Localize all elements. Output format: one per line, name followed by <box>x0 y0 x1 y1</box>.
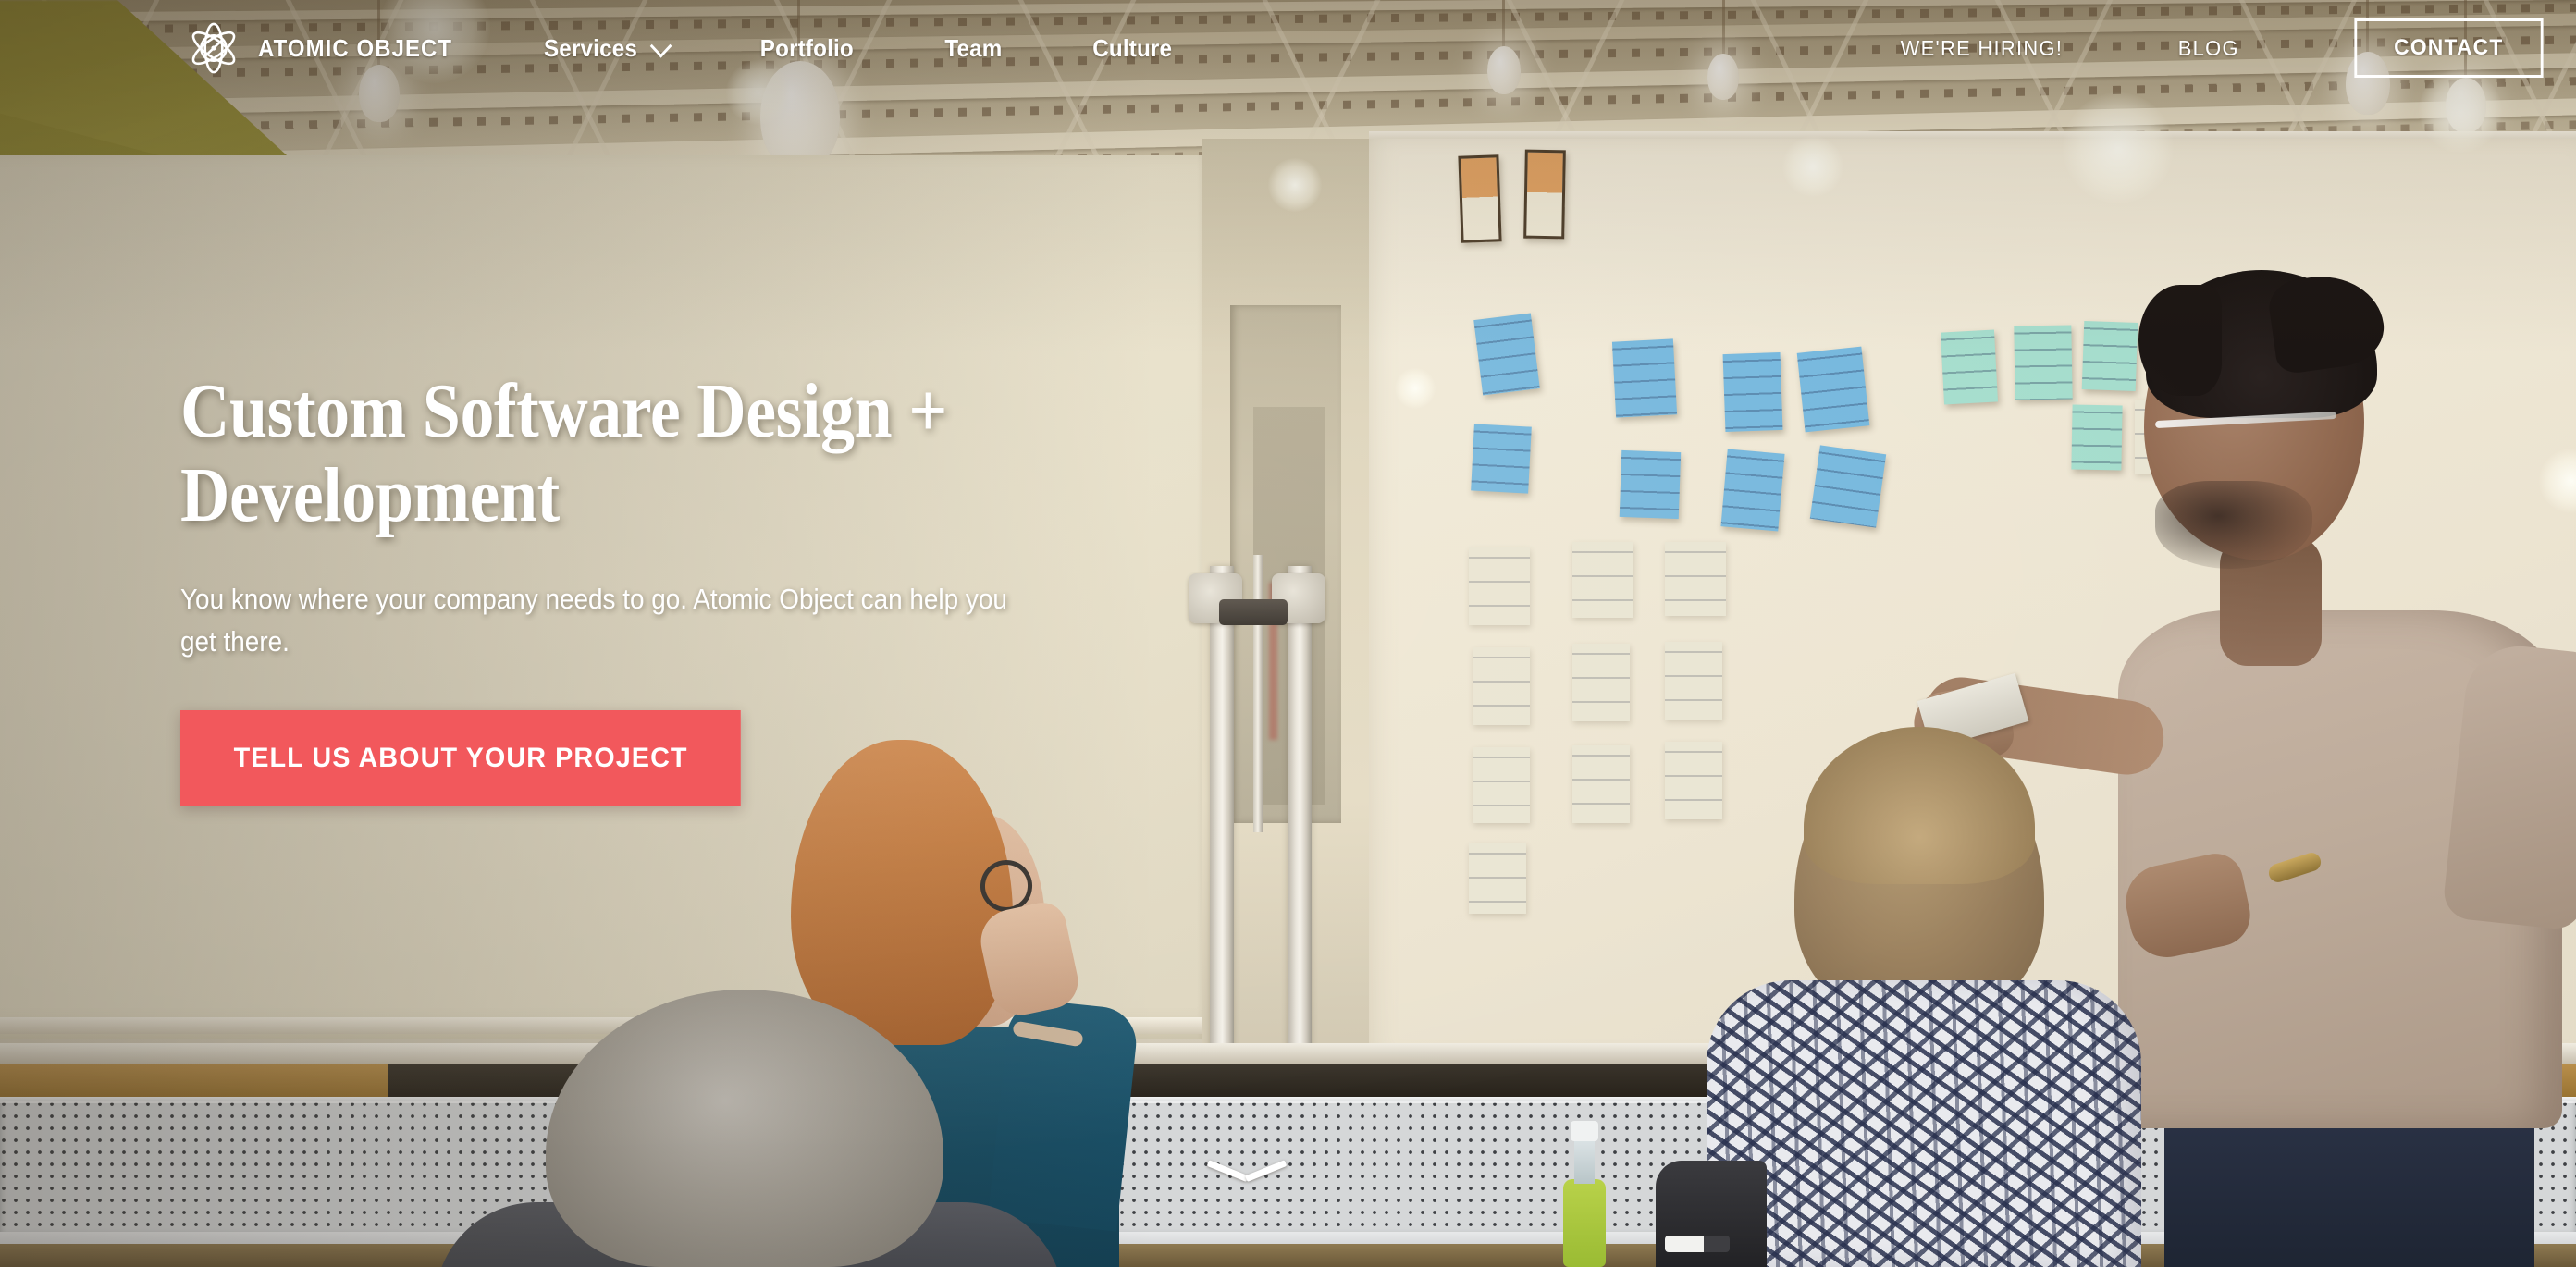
index-card <box>1665 742 1722 819</box>
page-root: ATOMIC OBJECT Services Portfolio Team Cu… <box>0 0 2576 1267</box>
wood-desk-left <box>0 1064 388 1101</box>
sticky-note-blue <box>1471 424 1532 494</box>
main-navigation: ATOMIC OBJECT Services Portfolio Team Cu… <box>0 0 2576 96</box>
sticky-note-teal <box>2014 325 2073 400</box>
sticky-note-blue <box>1619 449 1682 520</box>
cta-tell-us-about-your-project[interactable]: TELL US ABOUT YOUR PROJECT <box>180 709 742 806</box>
primary-nav-links: Services Portfolio Team Culture <box>539 34 1259 63</box>
sticky-note-teal <box>2071 404 2123 471</box>
nav-item-services[interactable]: Services <box>544 33 672 63</box>
brand-logo[interactable]: ATOMIC OBJECT <box>185 19 469 77</box>
nav-item-culture[interactable]: Culture <box>1092 34 1172 63</box>
nav-item-hiring[interactable]: WE'RE HIRING! <box>1901 36 2064 61</box>
whiteboard-marker <box>1665 1236 1730 1252</box>
atom-icon <box>191 22 236 74</box>
chevron-down-icon <box>649 34 672 58</box>
index-card <box>1572 542 1633 618</box>
sticky-note-blue <box>1720 449 1785 532</box>
index-card <box>1572 644 1630 721</box>
sticky-note-teal <box>1940 329 1999 405</box>
nav-item-portfolio[interactable]: Portfolio <box>760 34 854 63</box>
nav-label-services: Services <box>544 33 638 62</box>
sticky-note-blue <box>1722 351 1783 433</box>
nav-item-blog[interactable]: BLOG <box>2178 36 2239 61</box>
index-card <box>1572 745 1630 823</box>
scroll-down-chevron-icon[interactable] <box>1212 1156 1282 1193</box>
sticky-note-orange <box>1523 149 1566 240</box>
sticky-note-blue <box>1796 346 1870 433</box>
secondary-nav-links: WE'RE HIRING! BLOG CONTACT <box>1896 18 2548 78</box>
index-card <box>1469 843 1526 914</box>
index-card <box>1469 547 1530 625</box>
contact-button[interactable]: CONTACT <box>2354 18 2544 78</box>
hero-content: Custom Software Design + Development You… <box>180 368 1244 806</box>
sticky-note-blue <box>1473 313 1540 396</box>
index-card <box>1665 542 1726 616</box>
index-card <box>1665 642 1722 720</box>
nav-item-team[interactable]: Team <box>944 34 1002 63</box>
hero-subtitle: You know where your company needs to go.… <box>180 583 1007 658</box>
index-card <box>1473 647 1530 725</box>
sticky-note-orange <box>1458 154 1502 243</box>
brand-name: ATOMIC OBJECT <box>258 33 453 62</box>
index-card <box>1473 747 1530 823</box>
sticky-note-blue <box>1809 445 1887 528</box>
sticky-note-blue <box>1611 338 1678 418</box>
sticky-note-teal <box>2081 321 2138 391</box>
hero-title: Custom Software Design + Development <box>180 368 947 538</box>
